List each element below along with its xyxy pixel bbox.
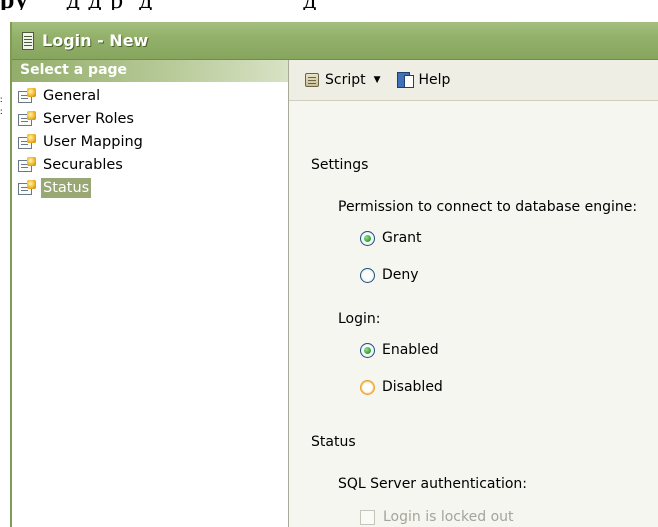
page-list: General Server Roles User Mapping Secura…: [12, 84, 288, 199]
sidebar-item-label: Status: [41, 177, 92, 198]
sidebar-item-label: User Mapping: [43, 133, 143, 150]
enabled-radio[interactable]: Enabled: [360, 342, 439, 358]
page-properties-icon: [18, 110, 36, 127]
chevron-down-icon[interactable]: ▼: [374, 75, 381, 85]
sidebar-item-server-roles[interactable]: Server Roles: [12, 107, 288, 130]
checkbox-icon: [360, 509, 375, 525]
status-page-content: Settings Permission to connect to databa…: [289, 101, 658, 527]
deny-radio[interactable]: Deny: [360, 267, 419, 283]
help-button[interactable]: Help: [396, 71, 451, 89]
radio-unchecked-icon: [360, 267, 375, 283]
settings-section-title: Settings: [311, 157, 369, 173]
sql-auth-label: SQL Server authentication:: [338, 476, 528, 492]
page-properties-icon: [18, 156, 36, 173]
select-page-header: Select a page: [12, 60, 288, 82]
sidebar-item-securables[interactable]: Securables: [12, 153, 288, 176]
document-heading-fragment: ру д д р д д: [0, 0, 658, 10]
page-properties-icon: [18, 133, 36, 150]
login-dialog: Login - New Select a page General Server…: [10, 22, 658, 527]
document-heading-rest: д д р д д: [29, 0, 317, 10]
page-properties-icon: [18, 87, 36, 104]
status-section-title: Status: [311, 434, 356, 450]
toolbar: Script ▼ Help: [289, 60, 658, 101]
script-button[interactable]: Script: [303, 71, 366, 89]
enabled-label: Enabled: [382, 342, 439, 358]
help-label: Help: [418, 72, 451, 88]
permission-label: Permission to connect to database engine…: [338, 199, 638, 215]
radio-checked-icon: [360, 230, 375, 246]
script-icon: [303, 71, 321, 89]
sidebar-item-general[interactable]: General: [12, 84, 288, 107]
window-title: Login - New: [42, 31, 149, 50]
main-panel: Script ▼ Help Settings Permission to con…: [289, 60, 658, 527]
locked-out-label: Login is locked out: [383, 509, 514, 525]
radio-unchecked-icon: [360, 379, 375, 395]
script-label: Script: [325, 72, 366, 88]
sidebar-item-label: Server Roles: [43, 110, 134, 127]
page-selector: Select a page General Server Roles User …: [12, 60, 289, 527]
radio-checked-icon: [360, 342, 375, 358]
sidebar-item-status[interactable]: Status: [12, 176, 288, 199]
locked-out-checkbox[interactable]: Login is locked out: [360, 509, 514, 525]
page-properties-icon: [18, 179, 36, 196]
disabled-radio[interactable]: Disabled: [360, 379, 443, 395]
sidebar-item-label: Securables: [43, 156, 123, 173]
document-heading-lead: ру: [0, 0, 29, 10]
grant-label: Grant: [382, 230, 422, 246]
sidebar-item-user-mapping[interactable]: User Mapping: [12, 130, 288, 153]
sidebar-item-label: General: [43, 87, 101, 104]
title-bar[interactable]: Login - New: [12, 22, 658, 60]
help-icon: [396, 71, 415, 89]
deny-label: Deny: [382, 267, 419, 283]
disabled-label: Disabled: [382, 379, 443, 395]
window-icon: [22, 31, 34, 50]
login-label: Login:: [338, 311, 381, 327]
document-margin-marks: ::: [0, 94, 3, 116]
grant-radio[interactable]: Grant: [360, 230, 422, 246]
